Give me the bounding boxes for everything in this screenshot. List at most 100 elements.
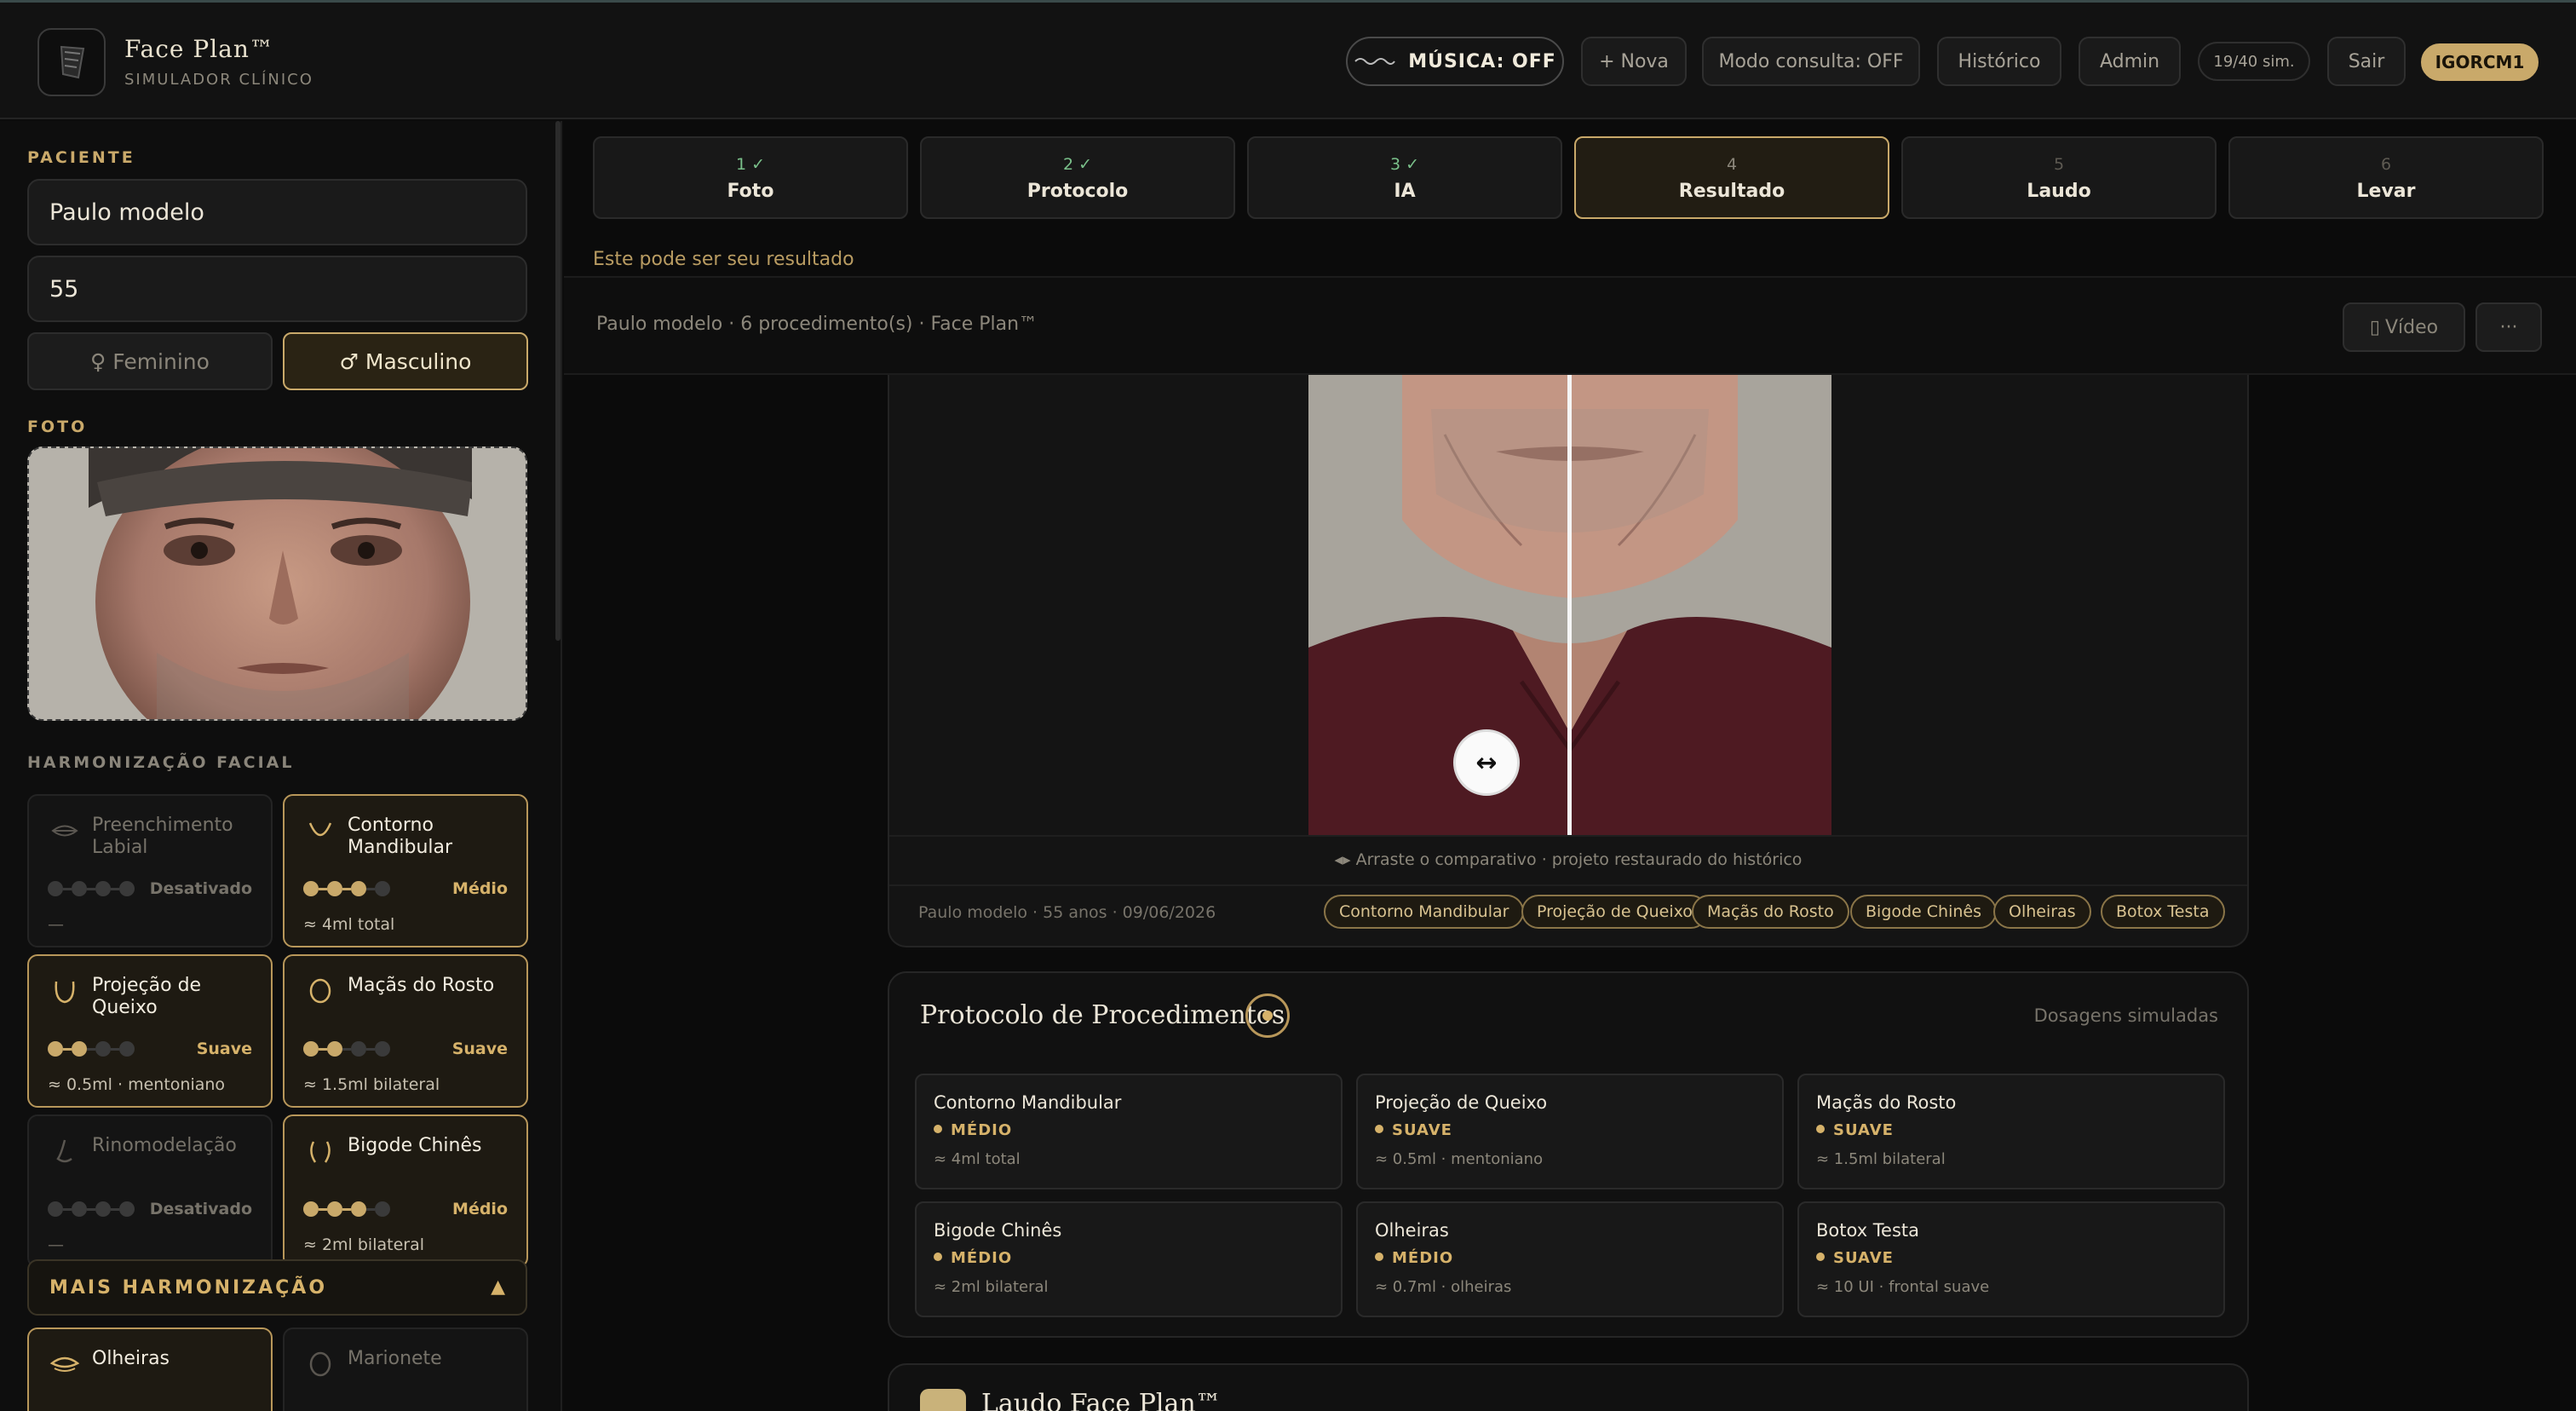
more-options-button[interactable]: ··· xyxy=(2475,302,2542,352)
music-label: MÚSICA: OFF xyxy=(1408,50,1556,72)
intensity-line xyxy=(111,1047,119,1051)
protocol-item: Contorno Mandibular MÉDIO ≈ 4ml total xyxy=(915,1074,1343,1189)
step-tab-3[interactable]: 3 ✓ IA xyxy=(1247,136,1562,219)
intensity-dot[interactable] xyxy=(303,1201,319,1217)
admin-button[interactable]: Admin xyxy=(2079,37,2181,86)
procedure-chip: Contorno Mandibular xyxy=(1324,895,1525,929)
intensity-dot[interactable] xyxy=(72,1201,87,1217)
procedure-card[interactable]: Projeção de Queixo Suave ≈ 0.5ml · mentoni… xyxy=(27,954,273,1108)
user-badge[interactable]: IGORCM1 xyxy=(2421,43,2539,81)
procedure-chip: Projeção de Queixo xyxy=(1521,895,1708,929)
logout-button[interactable]: Sair xyxy=(2327,37,2406,86)
intensity-dot[interactable] xyxy=(48,881,63,896)
more-harmonization-toggle[interactable]: MAIS HARMONIZAÇÃO ▲ xyxy=(27,1259,527,1316)
intensity-selector[interactable] xyxy=(303,1041,390,1057)
gender-male-button[interactable]: ♂ Masculino xyxy=(283,332,528,390)
intensity-dot[interactable] xyxy=(351,1201,366,1217)
intensity-dot[interactable] xyxy=(351,1041,366,1057)
nose-icon xyxy=(49,1138,80,1164)
protocol-item-name: Projeção de Queixo xyxy=(1375,1092,1548,1113)
step-tab-5[interactable]: 5 Laudo xyxy=(1901,136,2217,219)
video-label: Vídeo xyxy=(2384,316,2439,338)
intensity-selector[interactable] xyxy=(303,881,390,896)
step-label: Protocolo xyxy=(1026,181,1129,202)
protocol-item-name: Bigode Chinês xyxy=(934,1220,1062,1241)
step-tab-4[interactable]: 4 Resultado xyxy=(1574,136,1889,219)
protocol-item-level: SUAVE xyxy=(1816,1249,1894,1267)
intensity-dot[interactable] xyxy=(375,1201,390,1217)
procedure-card[interactable]: Rinomodelação Desativado — xyxy=(27,1114,273,1268)
intensity-dot[interactable] xyxy=(375,1041,390,1057)
intensity-selector[interactable] xyxy=(48,881,135,896)
intensity-dot[interactable] xyxy=(95,1201,111,1217)
video-button[interactable]: ▯ Vídeo xyxy=(2343,302,2465,352)
protocol-item-level: MÉDIO xyxy=(1375,1249,1453,1267)
step-label: Resultado xyxy=(1678,181,1785,202)
gender-female-button[interactable]: ♀ Feminino xyxy=(27,332,273,390)
intensity-dot[interactable] xyxy=(351,881,366,896)
jaw-icon xyxy=(305,818,336,844)
intensity-dot[interactable] xyxy=(327,1201,342,1217)
intensity-dot[interactable] xyxy=(72,881,87,896)
procedure-card[interactable]: MarioneteDesativado xyxy=(283,1327,528,1411)
before-after-image[interactable] xyxy=(1308,375,1831,835)
intensity-dot[interactable] xyxy=(48,1041,63,1057)
protocol-item-name: Olheiras xyxy=(1375,1220,1449,1241)
intensity-line xyxy=(63,887,72,890)
intensity-dot[interactable] xyxy=(72,1041,87,1057)
intensity-dot[interactable] xyxy=(303,1041,319,1057)
patient-name-field[interactable]: Paulo modelo xyxy=(27,179,527,245)
protocol-item-dose: ≈ 1.5ml bilateral xyxy=(1816,1150,1946,1168)
protocol-item-level: SUAVE xyxy=(1375,1121,1452,1139)
protocol-badge-icon xyxy=(1245,993,1290,1038)
history-button[interactable]: Histórico xyxy=(1937,37,2061,86)
sidebar-scrollbar[interactable] xyxy=(555,121,561,641)
procedure-card[interactable]: Bigode Chinês Médio ≈ 2ml bilateral xyxy=(283,1114,528,1268)
step-tab-1[interactable]: 1 ✓ Foto xyxy=(593,136,908,219)
intensity-dot[interactable] xyxy=(375,881,390,896)
compare-slider-handle[interactable]: ↔ xyxy=(1453,729,1520,796)
eye-icon xyxy=(49,1351,80,1377)
step-label: Laudo xyxy=(2027,181,2091,202)
new-button[interactable]: + Nova xyxy=(1581,37,1687,86)
procedure-card[interactable]: Contorno Mandibular Médio ≈ 4ml total xyxy=(283,794,528,947)
result-toolbar: Paulo modelo · 6 procedimento(s) · Face … xyxy=(564,276,2576,375)
intensity-dot[interactable] xyxy=(303,881,319,896)
procedure-chip: Maçãs do Rosto xyxy=(1692,895,1849,929)
intensity-dot[interactable] xyxy=(95,881,111,896)
procedure-dose: — xyxy=(48,915,64,934)
wave-icon xyxy=(1354,58,1396,65)
intensity-selector[interactable] xyxy=(48,1201,135,1217)
consult-mode-button[interactable]: Modo consulta: OFF xyxy=(1702,37,1920,86)
intensity-dot[interactable] xyxy=(119,1041,135,1057)
protocol-item-dose: ≈ 10 UI · frontal suave xyxy=(1816,1278,1990,1296)
procedure-level: Suave xyxy=(196,1040,252,1058)
intensity-dot[interactable] xyxy=(119,1201,135,1217)
intensity-line xyxy=(342,887,351,890)
intensity-selector[interactable] xyxy=(48,1041,135,1057)
intensity-dot[interactable] xyxy=(48,1201,63,1217)
procedure-name: Contorno Mandibular xyxy=(348,815,453,858)
procedure-card[interactable]: Maçãs do Rosto Suave ≈ 1.5ml bilateral xyxy=(283,954,528,1108)
intensity-dot[interactable] xyxy=(327,881,342,896)
patient-age-field[interactable]: 55 xyxy=(27,256,527,322)
intensity-dot[interactable] xyxy=(95,1041,111,1057)
protocol-item-name: Maçãs do Rosto xyxy=(1816,1092,1957,1113)
intensity-line xyxy=(63,1207,72,1211)
intensity-dot[interactable] xyxy=(119,881,135,896)
left-right-arrow-icon: ↔ xyxy=(1475,747,1498,778)
intensity-dot[interactable] xyxy=(327,1041,342,1057)
patient-photo[interactable] xyxy=(27,446,527,721)
procedure-name: Preenchimento Labial xyxy=(92,815,233,858)
intensity-line xyxy=(319,1207,327,1211)
drag-hint: ◂▸ Arraste o comparativo · projeto resta… xyxy=(1334,850,1803,869)
step-tab-6[interactable]: 6 Levar xyxy=(2228,136,2544,219)
intensity-selector[interactable] xyxy=(303,1201,390,1217)
procedure-card[interactable]: Preenchimento Labial Desativado — xyxy=(27,794,273,947)
procedure-level: Suave xyxy=(451,1040,508,1058)
laudo-card: Laudo Face Plan™ xyxy=(888,1363,2249,1411)
step-tab-2[interactable]: 2 ✓ Protocolo xyxy=(920,136,1235,219)
procedure-card[interactable]: OlheirasMédio xyxy=(27,1327,273,1411)
music-toggle-button[interactable]: MÚSICA: OFF xyxy=(1346,37,1564,86)
procedure-level: Médio xyxy=(452,1200,508,1218)
